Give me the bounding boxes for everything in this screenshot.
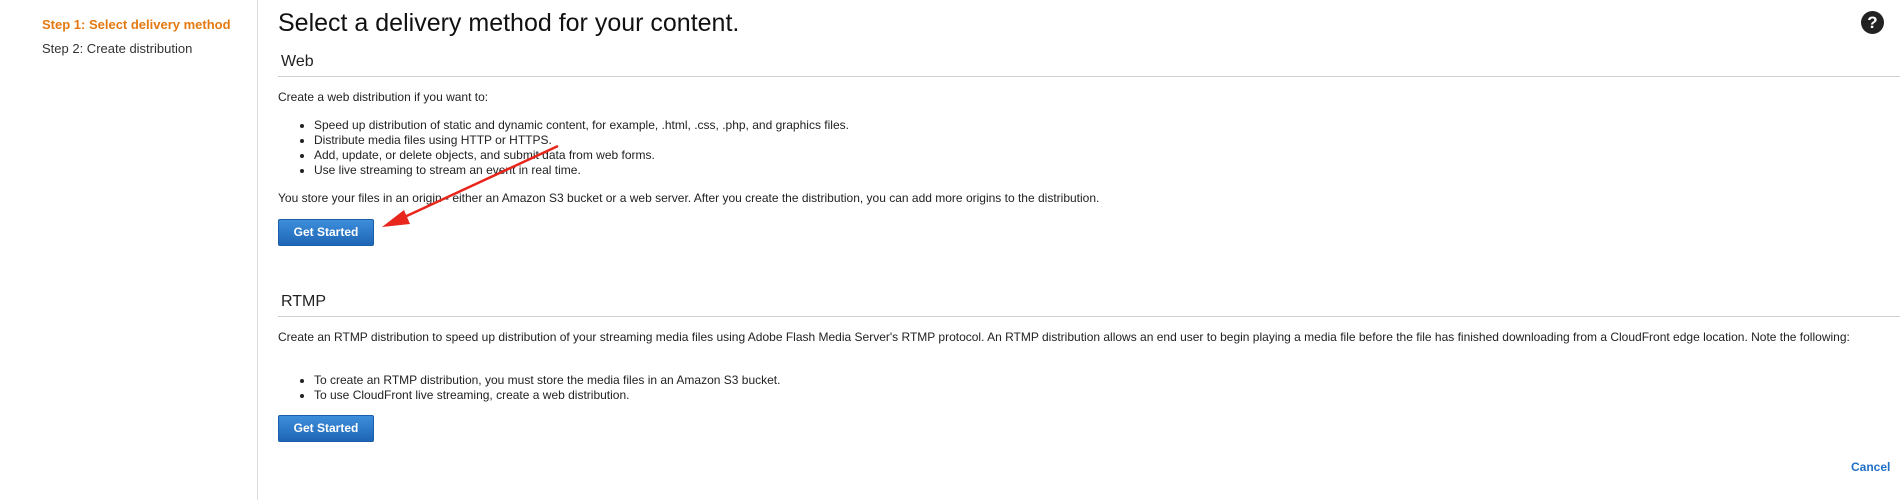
rtmp-intro-text: Create an RTMP distribution to speed up … [278,330,1850,344]
list-item: Distribute media files using HTTP or HTT… [314,133,849,148]
rtmp-get-started-button[interactable]: Get Started [278,415,374,442]
list-item: Add, update, or delete objects, and subm… [314,148,849,163]
question-circle-icon[interactable]: ? [1861,11,1884,34]
list-item: Use live streaming to stream an event in… [314,163,849,178]
rtmp-section-title: RTMP [281,293,327,310]
list-item: To create an RTMP distribution, you must… [314,373,780,388]
list-item: To use CloudFront live streaming, create… [314,388,780,403]
web-section-title: Web [281,53,314,70]
web-origin-note: You store your files in an origin - eith… [278,191,1100,205]
web-intro-text: Create a web distribution if you want to… [278,90,489,104]
rtmp-notes-list: To create an RTMP distribution, you must… [294,373,780,403]
main-content: Select a delivery method for your conten… [278,0,1900,500]
list-item: Speed up distribution of static and dyna… [314,118,849,133]
step-1-select-delivery-method[interactable]: Step 1: Select delivery method [42,17,231,32]
page-title: Select a delivery method for your conten… [278,9,740,37]
step-2-create-distribution[interactable]: Step 2: Create distribution [42,41,192,56]
web-feature-list: Speed up distribution of static and dyna… [294,118,849,178]
cancel-link[interactable]: Cancel [1851,460,1890,474]
rtmp-section-divider [278,316,1900,317]
wizard-sidebar: Step 1: Select delivery method Step 2: C… [0,0,258,500]
web-section-divider [278,76,1900,77]
web-get-started-button[interactable]: Get Started [278,219,374,246]
